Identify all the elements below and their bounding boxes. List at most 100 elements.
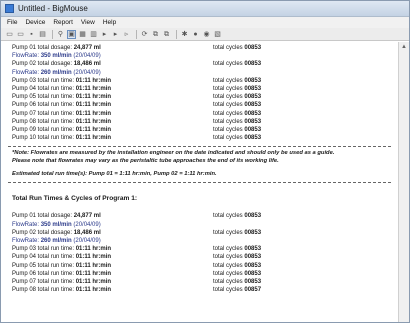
metric-value: 24,877 ml bbox=[73, 213, 101, 220]
pump-row: Pump 02 total dosage: 18,486 ml total cyc… bbox=[12, 60, 398, 68]
total-cycles: total cycles 00853 bbox=[213, 262, 261, 270]
save-icon[interactable]: ▪ bbox=[27, 30, 36, 39]
report-icon[interactable]: ▣ bbox=[67, 29, 76, 39]
measure-date: (20/04/09) bbox=[71, 238, 101, 245]
metric-label: Pump 04 total run time: bbox=[12, 86, 76, 93]
pump-row: Pump 01 total dosage: 24,877 ml total cyc… bbox=[12, 212, 398, 220]
row-label: FlowRate: 350 ml/min (20/04/09) bbox=[12, 52, 213, 60]
scroll-up-arrow-icon[interactable]: ▲ bbox=[399, 42, 409, 52]
cycles-value: 00857 bbox=[244, 287, 262, 294]
metric-label: Pump 03 total run time: bbox=[12, 77, 76, 84]
pump-row: Pump 03 total run time: 01:11 hr:min tota… bbox=[12, 245, 398, 253]
cycles-value: 00853 bbox=[244, 229, 262, 236]
metric-label: FlowRate: bbox=[12, 221, 41, 228]
metric-label: Pump 05 total run time: bbox=[12, 262, 76, 269]
cycles-label: total cycles bbox=[213, 287, 245, 294]
menu-file[interactable]: File bbox=[7, 19, 17, 26]
metric-value: 01:11 hr:min bbox=[75, 102, 112, 109]
new-document-icon[interactable]: ▭ bbox=[5, 30, 14, 39]
help-icon[interactable]: ▧ bbox=[213, 30, 222, 39]
row-label: Pump 04 total run time: 01:11 hr:min bbox=[12, 253, 213, 261]
device-icon[interactable]: ▥ bbox=[89, 30, 98, 39]
total-cycles: total cycles 00857 bbox=[213, 286, 261, 294]
cycles-label: total cycles bbox=[213, 262, 245, 269]
pump-row: Pump 06 total run time: 01:11 hr:min tota… bbox=[12, 270, 398, 278]
cycles-value: 00853 bbox=[244, 61, 262, 68]
cycles-value: 00853 bbox=[244, 118, 262, 125]
cycles-label: total cycles bbox=[213, 102, 245, 109]
print-icon[interactable]: ▤ bbox=[38, 30, 47, 39]
toolbar: ▭ ▭ ▪ ▤ ⚲ ▣ ▦ ▥ ▸ ▸ ▹ ⟳ ⧉ ⧉ ✱ ● ◉ ▧ bbox=[1, 28, 409, 41]
metric-value: 350 ml/min bbox=[40, 53, 72, 60]
menu-device[interactable]: Device bbox=[25, 19, 45, 26]
info-icon[interactable]: ◉ bbox=[202, 30, 211, 39]
total-cycles: total cycles 00853 bbox=[213, 93, 261, 101]
flowrate-note: *Note: Flowrates are measured by the ins… bbox=[12, 147, 398, 165]
row-label: Pump 01 total dosage: 24,877 ml bbox=[12, 44, 213, 52]
row-label: Pump 10 total run time: 01:11 hr:min bbox=[12, 134, 213, 142]
cycles-label: total cycles bbox=[213, 270, 245, 277]
note-line-1: *Note: Flowrates are measured by the ins… bbox=[12, 150, 335, 157]
forward-icon[interactable]: ▹ bbox=[122, 30, 131, 39]
cycles-label: total cycles bbox=[213, 254, 245, 261]
metric-label: Pump 03 total run time: bbox=[12, 246, 76, 253]
metric-label: Pump 09 total run time: bbox=[12, 127, 76, 134]
row-label: Pump 08 total run time: 01:11 hr:min bbox=[12, 286, 213, 294]
totals-block: Pump 01 total dosage: 24,877 ml total cyc… bbox=[12, 44, 398, 142]
app-window: Untitled - BigMouse File Device Report V… bbox=[0, 0, 410, 323]
open-folder-icon[interactable]: ▭ bbox=[16, 30, 25, 39]
cycles-label: total cycles bbox=[213, 94, 245, 101]
menu-bar: File Device Report View Help bbox=[1, 17, 409, 28]
menu-help[interactable]: Help bbox=[103, 19, 116, 26]
title-bar[interactable]: Untitled - BigMouse bbox=[1, 1, 409, 17]
cycles-value: 00853 bbox=[244, 135, 262, 142]
metric-value: 01:11 hr:min bbox=[75, 94, 112, 101]
pump-row: Pump 05 total run time: 01:11 hr:min tota… bbox=[12, 93, 398, 101]
total-cycles: total cycles 00853 bbox=[213, 44, 261, 52]
metric-value: 01:11 hr:min bbox=[75, 279, 112, 286]
vertical-scrollbar[interactable]: ▲ bbox=[398, 42, 409, 322]
metric-label: Pump 02 total dosage: bbox=[12, 229, 74, 236]
pump-icon[interactable]: ⚲ bbox=[56, 30, 65, 39]
row-label: Pump 03 total run time: 01:11 hr:min bbox=[12, 77, 213, 85]
flowrate-row: FlowRate: 350 ml/min (20/04/09) bbox=[12, 52, 398, 60]
cycles-label: total cycles bbox=[213, 213, 245, 220]
section-title: Total Run Times & Cycles of Program 1: bbox=[12, 195, 138, 203]
total-cycles: total cycles 00853 bbox=[213, 278, 261, 286]
menu-report[interactable]: Report bbox=[53, 19, 73, 26]
row-label: Pump 06 total run time: 01:11 hr:min bbox=[12, 270, 213, 278]
cycles-value: 00853 bbox=[244, 45, 262, 51]
settings-icon[interactable]: ✱ bbox=[180, 30, 189, 39]
metric-label: Pump 08 total run time: bbox=[12, 118, 76, 125]
pump-row: Pump 04 total run time: 01:11 hr:min tota… bbox=[12, 253, 398, 261]
stop-icon[interactable]: ● bbox=[191, 30, 200, 39]
metric-value: 01:11 hr:min bbox=[75, 127, 112, 134]
cycles-label: total cycles bbox=[213, 279, 245, 286]
cycles-value: 00853 bbox=[244, 102, 262, 109]
pump-row: Pump 09 total run time: 01:11 hr:min tota… bbox=[12, 126, 398, 134]
cycles-label: total cycles bbox=[213, 86, 245, 93]
play2-icon[interactable]: ▸ bbox=[111, 30, 120, 39]
paste-icon[interactable]: ⧉ bbox=[162, 30, 171, 39]
pump-row: Pump 05 total run time: 01:11 hr:min tota… bbox=[12, 262, 398, 270]
total-cycles: total cycles 00853 bbox=[213, 245, 261, 253]
row-label: Pump 09 total run time: 01:11 hr:min bbox=[12, 126, 213, 134]
metric-label: Pump 05 total run time: bbox=[12, 94, 76, 101]
play-icon[interactable]: ▸ bbox=[100, 30, 109, 39]
cycles-value: 00853 bbox=[244, 86, 262, 93]
cycles-label: total cycles bbox=[213, 45, 245, 51]
section-divider bbox=[8, 182, 391, 184]
row-label: Pump 01 total dosage: 24,877 ml bbox=[12, 212, 213, 220]
grid-icon[interactable]: ▦ bbox=[78, 30, 87, 39]
metric-value: 01:11 hr:min bbox=[75, 135, 112, 142]
cycles-label: total cycles bbox=[213, 61, 245, 68]
cycles-value: 00853 bbox=[244, 77, 262, 84]
total-cycles: total cycles 00853 bbox=[213, 126, 261, 134]
refresh-icon[interactable]: ⟳ bbox=[140, 30, 149, 39]
metric-value: 18,486 ml bbox=[73, 61, 101, 68]
menu-view[interactable]: View bbox=[81, 19, 95, 26]
metric-label: Pump 08 total run time: bbox=[12, 287, 76, 294]
copy-icon[interactable]: ⧉ bbox=[151, 30, 160, 39]
total-cycles: total cycles 00853 bbox=[213, 229, 261, 237]
pump-row: Pump 03 total run time: 01:11 hr:min tota… bbox=[12, 77, 398, 85]
